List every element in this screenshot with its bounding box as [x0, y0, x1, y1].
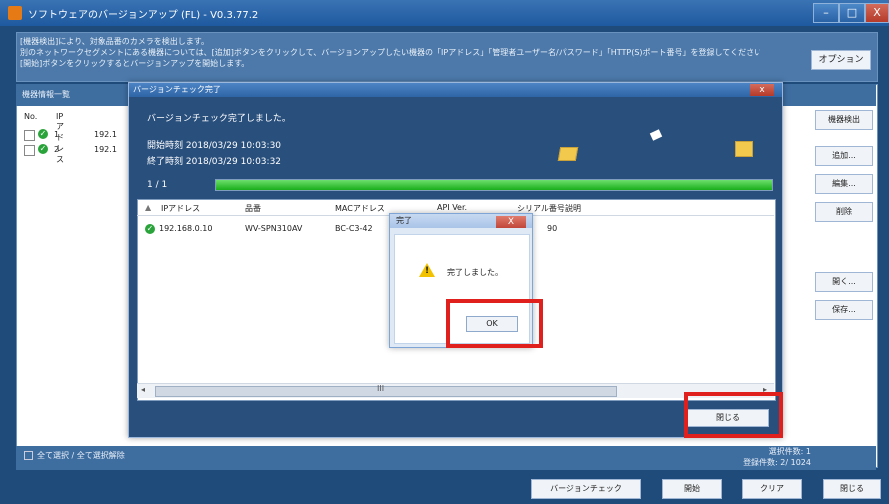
- dialog-close-x-button[interactable]: x: [750, 84, 774, 96]
- instruction-line: [開始]ボタンをクリックするとバージョンアップを開始します。: [20, 59, 250, 68]
- detect-devices-button[interactable]: 機器検出: [815, 110, 873, 130]
- column-description[interactable]: 説明: [565, 203, 581, 214]
- device-checkbox[interactable]: [24, 145, 35, 156]
- select-all-toggle[interactable]: 全て選択 / 全て選択解除: [24, 450, 125, 461]
- progress-bar: [215, 179, 773, 191]
- folder-icon: [735, 141, 753, 157]
- save-button[interactable]: 保存...: [815, 300, 873, 320]
- version-check-button[interactable]: バージョンチェック: [531, 479, 641, 499]
- device-no: 2: [54, 145, 60, 154]
- highlight-ok-button: [446, 299, 543, 348]
- title-bar: ソフトウェアのバージョンアップ (FL) - V0.3.77.2 – □ X: [0, 0, 889, 26]
- folder-icon: [557, 147, 579, 161]
- add-button[interactable]: 追加...: [815, 146, 873, 166]
- column-model[interactable]: 品番: [245, 203, 261, 214]
- dialog-message: バージョンチェック完了しました。: [147, 114, 291, 124]
- column-no[interactable]: No.: [24, 112, 37, 121]
- registered-count: 登録件数: 2/ 1024: [743, 458, 811, 467]
- instruction-text: [機器検出]により、対象品番のカメラを検出します。 別のネットワークセグメントに…: [20, 36, 760, 69]
- row-mac: BC-C3-42: [335, 224, 373, 233]
- scroll-thumb[interactable]: [155, 386, 617, 397]
- column-ip-address[interactable]: IPアドレス: [161, 203, 200, 214]
- warning-mark: !: [425, 266, 430, 276]
- row-serial: 90: [547, 224, 558, 233]
- minimize-button[interactable]: –: [813, 3, 839, 23]
- close-main-button[interactable]: 閉じる: [823, 479, 881, 499]
- open-button[interactable]: 開く...: [815, 272, 873, 292]
- start-button[interactable]: 開始: [662, 479, 722, 499]
- modal-close-x-button[interactable]: X: [496, 216, 526, 228]
- maximize-button[interactable]: □: [839, 3, 865, 23]
- scroll-left-icon[interactable]: ◂: [141, 385, 145, 394]
- progress-bar-fill: [216, 180, 772, 190]
- column-mac[interactable]: MACアドレス: [335, 203, 385, 214]
- end-time: 終了時刻 2018/03/29 10:03:32: [147, 157, 282, 167]
- options-label: オプション: [818, 55, 864, 65]
- device-no: 1: [54, 130, 60, 139]
- options-button[interactable]: オプション: [811, 50, 871, 70]
- device-ip: 192.1: [94, 145, 117, 154]
- column-api-ver[interactable]: API Ver.: [437, 203, 467, 212]
- sort-asc-icon: ▲: [145, 203, 152, 212]
- device-ip: 192.1: [94, 130, 117, 139]
- check-ok-icon: ✓: [145, 224, 155, 234]
- check-ok-icon: ✓: [38, 129, 48, 139]
- highlight-close-button: [684, 392, 783, 438]
- count-summary: 選択件数: 1 登録件数: 2/ 1024: [743, 446, 811, 468]
- device-checkbox[interactable]: [24, 130, 35, 141]
- selected-count: 選択件数: 1: [768, 447, 811, 456]
- app-icon: [8, 6, 22, 20]
- modal-message: 完了しました。: [447, 268, 503, 277]
- instruction-line: [機器検出]により、対象品番のカメラを検出します。: [20, 37, 209, 46]
- clear-button[interactable]: クリア: [742, 479, 802, 499]
- progress-count: 1 / 1: [147, 180, 168, 190]
- select-all-label: 全て選択 / 全て選択解除: [37, 451, 125, 460]
- flying-document-icon: [649, 129, 663, 141]
- check-ok-icon: ✓: [38, 144, 48, 154]
- close-window-button[interactable]: X: [865, 3, 889, 23]
- dialog-title: バージョンチェック完了: [129, 83, 782, 97]
- select-all-checkbox[interactable]: [24, 451, 33, 460]
- window-title: ソフトウェアのバージョンアップ (FL) - V0.3.77.2: [28, 10, 259, 21]
- row-ip: 192.168.0.10: [159, 224, 213, 233]
- instruction-line: 別のネットワークセグメントにある機器については、[追加]ボタンをクリックして、バ…: [20, 48, 760, 57]
- scroll-grip: III: [377, 384, 385, 393]
- horizontal-scrollbar[interactable]: ◂ III ▸: [137, 383, 774, 398]
- delete-button[interactable]: 削除: [815, 202, 873, 222]
- start-time: 開始時刻 2018/03/29 10:03:30: [147, 141, 282, 151]
- row-model: WV-SPN310AV: [245, 224, 303, 233]
- edit-button[interactable]: 編集...: [815, 174, 873, 194]
